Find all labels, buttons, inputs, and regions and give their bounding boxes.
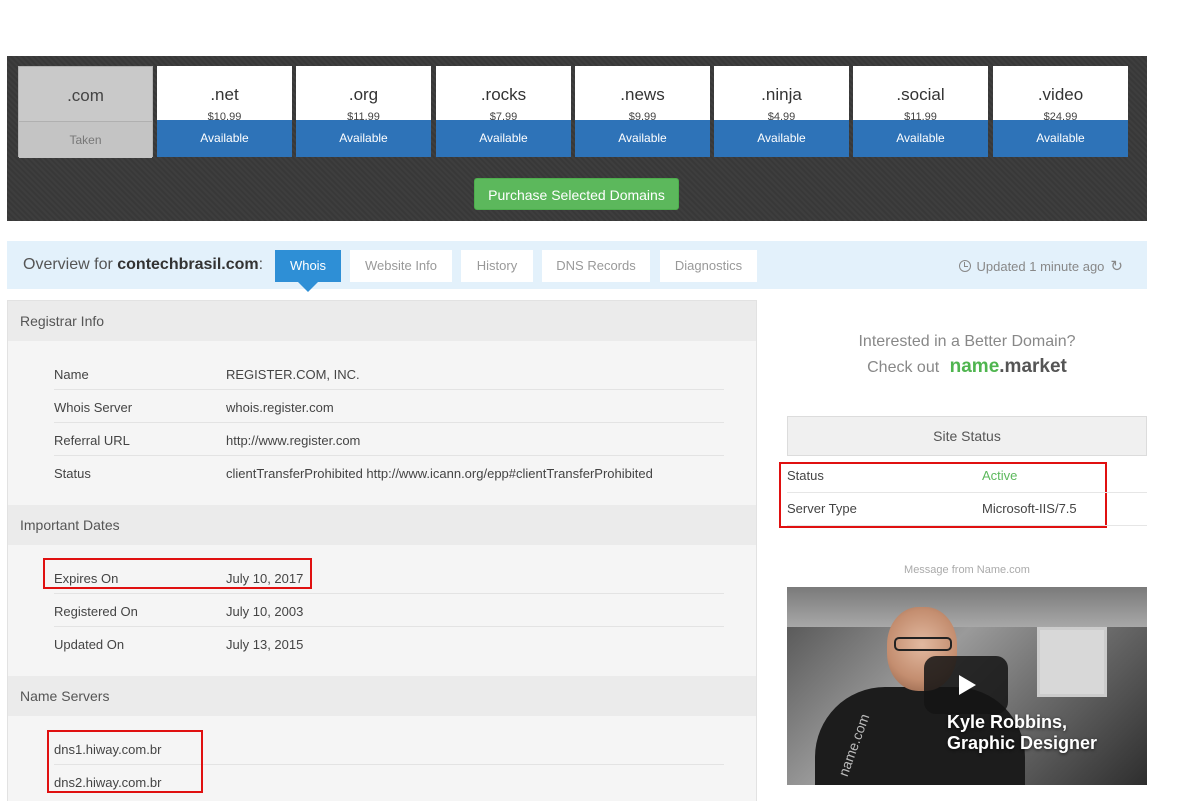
row-label: Name — [54, 367, 89, 382]
tld-name: .com — [67, 86, 104, 105]
site-status-header: Site Status — [787, 416, 1147, 456]
caption-line1: Kyle Robbins, — [947, 712, 1068, 732]
whois-panel: Registrar Info Name REGISTER.COM, INC. W… — [7, 300, 757, 801]
overview-title: Overview for contechbrasil.com: — [23, 256, 263, 274]
row-value: July 13, 2015 — [226, 637, 304, 652]
tld-name: .social — [896, 85, 945, 104]
message-label: Message from Name.com — [904, 564, 1030, 576]
caption-line2: Graphic Designer — [947, 733, 1098, 753]
overview-domain: contechbrasil.com — [117, 256, 259, 273]
row-value: http://www.register.com — [226, 433, 361, 448]
registrar-info-header: Registrar Info — [8, 301, 756, 341]
tld-status: Available — [296, 120, 431, 157]
row-value: REGISTER.COM, INC. — [226, 367, 360, 382]
tld-name: .rocks — [480, 85, 527, 104]
dates-row-registered: Registered On July 10, 2003 — [54, 594, 724, 627]
row-value: July 10, 2003 — [226, 604, 304, 619]
tld-tile-rocks[interactable]: .rocks $7.99 Available — [436, 66, 571, 157]
video-caption: Kyle Robbins, Graphic Designer — [947, 712, 1097, 754]
tld-tile-com[interactable]: .com Taken — [18, 66, 153, 158]
tld-status: Available — [853, 120, 988, 157]
row-label: Whois Server — [54, 400, 133, 415]
tld-tile-org[interactable]: .org $11.99 Available — [296, 66, 431, 157]
highlight-box-expires — [43, 558, 312, 589]
brand-market: .market — [999, 356, 1067, 377]
important-dates-header: Important Dates — [8, 505, 756, 545]
tld-name: .video — [1037, 85, 1084, 104]
tld-tile-social[interactable]: .social $11.99 Available — [853, 66, 988, 157]
video-player[interactable]: name.com Kyle Robbins, Graphic Designer — [787, 587, 1147, 785]
tld-status: Available — [436, 120, 571, 157]
purchase-selected-domains-button[interactable]: Purchase Selected Domains — [474, 178, 679, 210]
play-icon[interactable] — [924, 656, 1008, 714]
registrar-row-referral-url: Referral URL http://www.register.com — [54, 423, 724, 456]
tld-name: .org — [348, 85, 379, 104]
registrar-row-name: Name REGISTER.COM, INC. — [54, 357, 724, 390]
server-type-value: Microsoft-IIS/7.5 — [982, 501, 1077, 516]
section-title: Important Dates — [20, 517, 120, 533]
glasses — [894, 637, 952, 651]
tab-dns-records[interactable]: DNS Records — [542, 250, 650, 282]
overview-bar: Overview for contechbrasil.com: Whois We… — [7, 241, 1147, 292]
tld-tile-video[interactable]: .video $24.99 Available — [993, 66, 1128, 157]
promo-line1: Interested in a Better Domain? — [858, 333, 1076, 350]
section-title: Registrar Info — [20, 313, 105, 329]
tld-status: Taken — [19, 121, 152, 158]
overview-suffix: : — [258, 256, 264, 273]
row-label: Updated On — [54, 637, 125, 652]
refresh-icon[interactable]: ↻ — [1110, 257, 1123, 275]
last-updated: Updated 1 minute ago ↻ — [959, 257, 1123, 275]
tld-tile-net[interactable]: .net $10.99 Available — [157, 66, 292, 157]
promo-check-out: Check out — [867, 359, 940, 376]
video-background — [787, 587, 1147, 627]
tld-status: Available — [575, 120, 710, 157]
row-label: Referral URL — [54, 433, 130, 448]
overview-prefix: Overview for — [23, 256, 118, 273]
name-market-promo: Interested in a Better Domain? Check out… — [787, 333, 1147, 378]
section-title: Name Servers — [20, 688, 110, 704]
domain-suggestions-panel: .com Taken .net $10.99 Available .org $1… — [7, 56, 1147, 221]
tld-status: Available — [993, 120, 1128, 157]
registrar-row-status: Status clientTransferProhibited http://w… — [54, 456, 724, 489]
row-label: Server Type — [787, 501, 857, 516]
status-value: Active — [982, 468, 1018, 483]
name-servers-header: Name Servers — [8, 676, 756, 716]
row-label: Registered On — [54, 604, 138, 619]
row-value: clientTransferProhibited http://www.ican… — [226, 466, 653, 481]
tab-history[interactable]: History — [461, 250, 533, 282]
updated-text: Updated 1 minute ago — [976, 259, 1105, 274]
promo-line2: Check out name.market — [787, 356, 1147, 378]
row-label: Status — [787, 468, 824, 483]
tld-status: Available — [157, 120, 292, 157]
tld-tile-news[interactable]: .news $9.99 Available — [575, 66, 710, 157]
clock-icon — [959, 260, 972, 272]
tld-status: Available — [714, 120, 849, 157]
registrar-row-whois-server: Whois Server whois.register.com — [54, 390, 724, 423]
tld-name: .news — [620, 85, 665, 104]
name-market-logo[interactable]: name.market — [950, 356, 1067, 377]
tab-whois[interactable]: Whois — [275, 250, 341, 292]
tld-name: .net — [210, 85, 239, 104]
tab-website-info[interactable]: Website Info — [350, 250, 452, 282]
highlight-box-nameservers — [47, 730, 203, 793]
row-label: Status — [54, 466, 91, 481]
row-value: whois.register.com — [226, 400, 334, 415]
site-status-row-server-type: Server Type Microsoft-IIS/7.5 — [787, 493, 1147, 526]
brand-name: name — [949, 356, 1000, 377]
site-status-row-status: Status Active — [787, 460, 1147, 493]
tab-diagnostics[interactable]: Diagnostics — [660, 250, 757, 282]
dates-row-updated: Updated On July 13, 2015 — [54, 627, 724, 660]
tld-name: .ninja — [761, 85, 802, 104]
tld-tile-ninja[interactable]: .ninja $4.99 Available — [714, 66, 849, 157]
monitor-image — [1037, 627, 1107, 697]
